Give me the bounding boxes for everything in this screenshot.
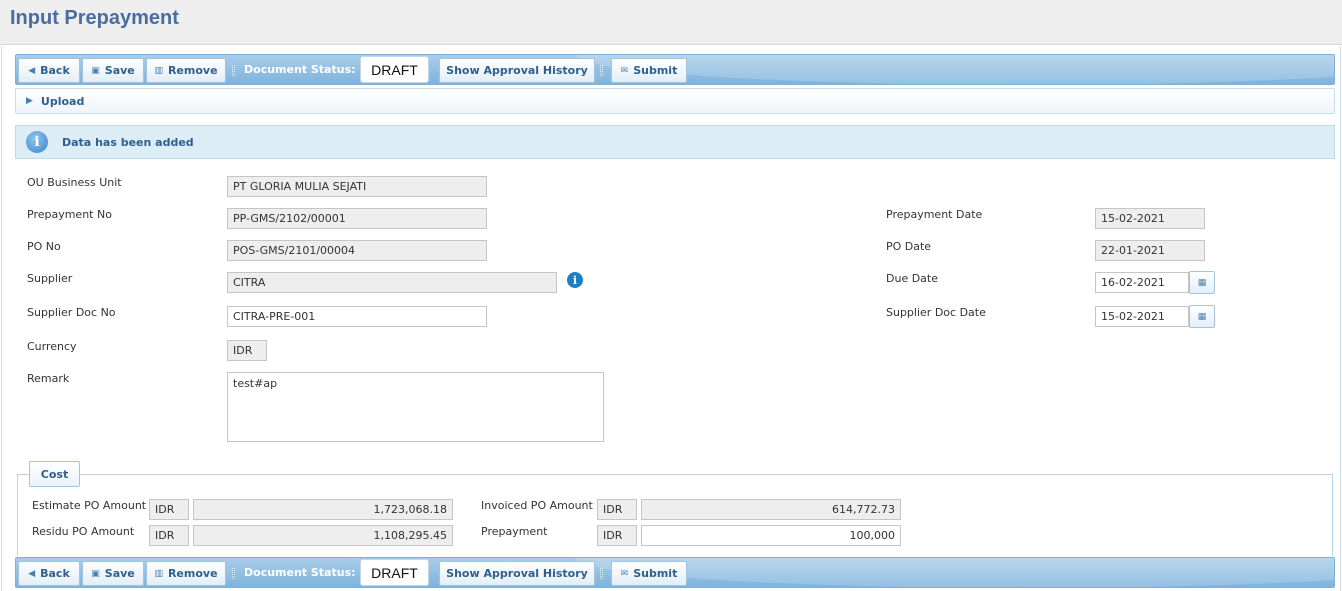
estimate-po-currency: IDR [149, 499, 189, 520]
supplier-doc-date-input[interactable]: 15-02-2021 [1095, 306, 1189, 327]
remark-label: Remark [27, 372, 70, 385]
remove-button[interactable]: ▥ Remove [146, 561, 226, 586]
invoiced-po-amount-label: Invoiced PO Amount [481, 499, 593, 512]
floppy-disk-icon: ▣ [91, 65, 100, 76]
toolbar-separator [232, 568, 235, 579]
cost-legend[interactable]: Cost [29, 461, 80, 487]
currency-label: Currency [27, 340, 77, 353]
floppy-disk-icon: ▣ [91, 568, 100, 579]
invoiced-po-amount-field: 614,772.73 [641, 499, 901, 520]
prepayment-date-field: 15-02-2021 [1095, 208, 1205, 229]
remove-button-label: Remove [167, 64, 218, 77]
trash-icon: ▥ [154, 65, 163, 76]
supplier-doc-date-calendar-button[interactable]: ▦ [1189, 305, 1215, 328]
document-status-label: Document Status: [244, 566, 356, 579]
success-message: i Data has been added [15, 125, 1335, 159]
prepayment-currency: IDR [597, 525, 637, 546]
page-title: Input Prepayment [10, 7, 179, 29]
ou-business-unit-label: OU Business Unit [27, 176, 122, 189]
save-button-label: Save [104, 64, 135, 77]
estimate-po-amount-label: Estimate PO Amount [32, 499, 147, 512]
calendar-icon: ▦ [1197, 277, 1207, 288]
supplier-doc-no-input[interactable]: CITRA-PRE-001 [227, 306, 487, 327]
back-button[interactable]: ◀ Back [18, 561, 80, 586]
upload-label: Upload [40, 94, 85, 108]
envelope-icon: ✉ [620, 568, 629, 579]
currency-field: IDR [227, 340, 267, 361]
info-icon: i [26, 131, 48, 153]
document-status-value: DRAFT [360, 56, 429, 83]
residu-po-amount-label: Residu PO Amount [32, 525, 135, 538]
supplier-info-icon[interactable]: i [567, 272, 583, 288]
top-toolbar: ◀ Back ▣ Save ▥ Remove Document Status: … [15, 54, 1335, 85]
prepayment-no-label: Prepayment No [27, 208, 112, 221]
po-no-field: POS-GMS/2101/00004 [227, 240, 487, 261]
trash-icon: ▥ [154, 568, 163, 579]
page-header: Input Prepayment [0, 0, 1342, 45]
toolbar-separator [600, 65, 603, 76]
prepayment-no-field: PP-GMS/2102/00001 [227, 208, 487, 229]
supplier-label: Supplier [27, 272, 73, 285]
show-approval-history-button[interactable]: Show Approval History [439, 561, 595, 586]
supplier-doc-no-label: Supplier Doc No [27, 306, 116, 319]
remove-button[interactable]: ▥ Remove [146, 58, 226, 83]
supplier-doc-date-label: Supplier Doc Date [886, 306, 986, 319]
submit-button-label: Submit [633, 64, 678, 77]
save-button[interactable]: ▣ Save [82, 58, 144, 83]
show-approval-history-label: Show Approval History [446, 64, 588, 77]
submit-button[interactable]: ✉ Submit [611, 58, 687, 83]
due-date-input[interactable]: 16-02-2021 [1095, 272, 1189, 293]
due-date-calendar-button[interactable]: ▦ [1189, 271, 1215, 294]
remove-button-label: Remove [167, 567, 218, 580]
caret-left-icon: ◀ [28, 65, 36, 76]
invoiced-po-currency: IDR [597, 499, 637, 520]
bottom-toolbar: ◀ Back ▣ Save ▥ Remove Document Status: … [15, 557, 1335, 588]
toolbar-separator [600, 568, 603, 579]
back-button-label: Back [40, 64, 70, 77]
submit-button[interactable]: ✉ Submit [611, 561, 687, 586]
residu-po-amount-field: 1,108,295.45 [193, 525, 453, 546]
save-button[interactable]: ▣ Save [82, 561, 144, 586]
supplier-field: CITRA [227, 272, 557, 293]
residu-po-currency: IDR [149, 525, 189, 546]
remark-textarea[interactable]: test#ap [227, 372, 604, 442]
document-status-value: DRAFT [360, 559, 429, 586]
estimate-po-amount-field: 1,723,068.18 [193, 499, 453, 520]
back-button-label: Back [40, 567, 70, 580]
envelope-icon: ✉ [620, 65, 629, 76]
due-date-label: Due Date [886, 272, 938, 285]
caret-left-icon: ◀ [28, 568, 36, 579]
caret-right-icon: ▶ [26, 96, 33, 106]
show-approval-history-label: Show Approval History [446, 567, 588, 580]
po-date-field: 22-01-2021 [1095, 240, 1205, 261]
submit-button-label: Submit [633, 567, 678, 580]
back-button[interactable]: ◀ Back [18, 58, 80, 83]
prepayment-amount-label: Prepayment [481, 525, 548, 538]
upload-panel-toggle[interactable]: ▶ Upload [15, 88, 1335, 114]
po-date-label: PO Date [886, 240, 932, 253]
document-status-label: Document Status: [244, 63, 356, 76]
prepayment-date-label: Prepayment Date [886, 208, 983, 221]
calendar-icon: ▦ [1197, 311, 1207, 322]
ou-business-unit-field: PT GLORIA MULIA SEJATI [227, 176, 487, 197]
po-no-label: PO No [27, 240, 61, 253]
show-approval-history-button[interactable]: Show Approval History [439, 58, 595, 83]
prepayment-amount-input[interactable]: 100,000 [641, 525, 901, 546]
save-button-label: Save [104, 567, 135, 580]
success-message-text: Data has been added [62, 135, 194, 149]
toolbar-separator [232, 65, 235, 76]
